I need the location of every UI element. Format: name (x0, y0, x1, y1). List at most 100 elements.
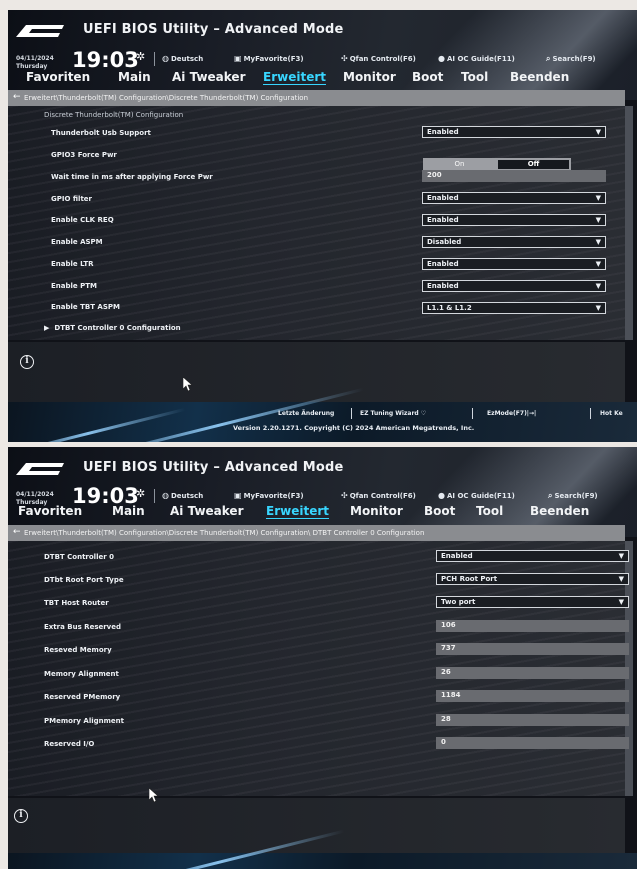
tab-erweitert[interactable]: Erweitert (266, 504, 329, 518)
wait-time-field[interactable]: 200 (422, 170, 606, 182)
dropdown-arrow-icon: ▼ (618, 552, 624, 560)
setting-label: GPIO filter (51, 195, 93, 203)
search-button[interactable]: ⌕ Search(F9) (546, 54, 596, 64)
setting-label: PMemory Alignment (44, 717, 124, 725)
qfan-button[interactable]: ✣ Qfan Control(F6) (341, 491, 416, 500)
section-title: Discrete Thunderbolt(TM) Configuration (44, 111, 184, 119)
tab-boot[interactable]: Boot (424, 504, 455, 518)
setting-label: DTBT Controller 0 (44, 553, 114, 561)
dropdown-arrow-icon: ▼ (618, 598, 624, 606)
globe-icon: ◍ (162, 54, 169, 63)
tab-main[interactable]: Main (118, 70, 151, 84)
pmemory-alignment-field[interactable]: 28 (436, 714, 629, 726)
clock-settings-icon[interactable]: ✲ (136, 487, 145, 500)
extra-bus-reserved-field[interactable]: 106 (436, 620, 629, 632)
help-panel: i (8, 798, 625, 853)
setting-label: Reseved Memory (44, 646, 112, 654)
tab-favoriten[interactable]: Favoriten (26, 70, 90, 84)
favorite-icon: ▣ (234, 54, 242, 63)
clk-req-select[interactable]: Enabled ▼ (422, 214, 606, 226)
tab-tool[interactable]: Tool (476, 504, 503, 518)
toggle-off[interactable]: Off (498, 160, 569, 169)
clock-settings-icon[interactable]: ✲ (136, 50, 145, 63)
tbt-aspm-select[interactable]: L1.1 & L1.2 ▼ (422, 302, 606, 314)
myfavorite-button[interactable]: ▣ MyFavorite(F3) (234, 491, 304, 500)
root-port-type-select[interactable]: PCH Root Port ▼ (436, 573, 629, 585)
setting-label: DTbt Root Port Type (44, 576, 124, 584)
bios-header: UEFI BIOS Utility – Advanced Mode 04/11/… (8, 447, 637, 547)
setting-label: Enable PTM (51, 282, 97, 290)
search-button[interactable]: ⌕ Search(F9) (548, 491, 598, 501)
bios-title: UEFI BIOS Utility – Advanced Mode (83, 460, 344, 475)
help-panel: i (8, 342, 625, 402)
tab-main[interactable]: Main (112, 504, 145, 518)
tab-monitor[interactable]: Monitor (350, 504, 403, 518)
bios-screen-2: UEFI BIOS Utility – Advanced Mode 04/11/… (8, 447, 637, 869)
hotkeys-button[interactable]: Hot Ke (600, 410, 623, 417)
mouse-cursor-icon (183, 377, 193, 391)
date-display: 04/11/2024 Thursday (16, 55, 54, 70)
expand-triangle-icon: ▶ (44, 324, 50, 332)
ai-icon: ● (438, 54, 445, 63)
ai-icon: ● (438, 491, 445, 500)
ai-oc-guide-button[interactable]: ● AI OC Guide(F11) (438, 54, 515, 63)
dropdown-arrow-icon: ▼ (618, 575, 624, 583)
setting-label: Enable CLK REQ (51, 216, 114, 224)
setting-label: Enable LTR (51, 260, 94, 268)
bulb-icon: ♡ (420, 410, 427, 417)
breadcrumb[interactable]: ← Erweitert\Thunderbolt(TM) Configuratio… (8, 525, 625, 541)
tab-favoriten[interactable]: Favoriten (18, 504, 82, 518)
language-button[interactable]: ◍ Deutsch (162, 491, 203, 500)
dropdown-arrow-icon: ▼ (595, 238, 601, 246)
setting-label: Extra Bus Reserved (44, 623, 122, 631)
tab-monitor[interactable]: Monitor (343, 70, 396, 84)
tab-erweitert[interactable]: Erweitert (263, 70, 326, 84)
dropdown-arrow-icon: ▼ (595, 194, 601, 202)
mouse-cursor-icon (149, 788, 159, 802)
tab-ai-tweaker[interactable]: Ai Tweaker (172, 70, 245, 84)
tab-tool[interactable]: Tool (461, 70, 488, 84)
setting-label: Memory Alignment (44, 670, 119, 678)
myfavorite-button[interactable]: ▣ MyFavorite(F3) (234, 54, 304, 63)
ez-tuning-wizard-button[interactable]: EZ Tuning Wizard ♡ (360, 410, 426, 417)
dtbt-controller-0-select[interactable]: Enabled ▼ (436, 550, 629, 562)
back-arrow-icon[interactable]: ← (13, 527, 21, 537)
ezmode-button[interactable]: EzMode(F7)|→| (487, 410, 536, 417)
dropdown-arrow-icon: ▼ (595, 304, 601, 312)
tbt-host-router-select[interactable]: Two port ▼ (436, 596, 629, 608)
ai-oc-guide-button[interactable]: ● AI OC Guide(F11) (438, 491, 515, 500)
scrollbar[interactable] (625, 106, 633, 340)
dropdown-arrow-icon: ▼ (595, 216, 601, 224)
fan-icon: ✣ (341, 491, 348, 500)
tab-ai-tweaker[interactable]: Ai Tweaker (170, 504, 243, 518)
back-arrow-icon[interactable]: ← (13, 92, 21, 102)
favorite-icon: ▣ (234, 491, 242, 500)
ltr-select[interactable]: Enabled ▼ (422, 258, 606, 270)
breadcrumb[interactable]: ← Erweitert\Thunderbolt(TM) Configuratio… (8, 90, 625, 106)
dropdown-arrow-icon: ▼ (595, 260, 601, 268)
reserved-pmemory-field[interactable]: 1184 (436, 690, 629, 702)
search-icon: ⌕ (548, 491, 553, 500)
language-button[interactable]: ◍ Deutsch (162, 54, 203, 63)
tab-beenden[interactable]: Beenden (530, 504, 589, 518)
setting-label: GPIO3 Force Pwr (51, 151, 117, 159)
submenu-dtbt-controller-0[interactable]: ▶ DTBT Controller 0 Configuration (44, 324, 181, 332)
qfan-button[interactable]: ✣ Qfan Control(F6) (341, 54, 416, 63)
reserved-memory-field[interactable]: 737 (436, 643, 629, 655)
setting-label: Thunderbolt Usb Support (51, 129, 151, 137)
gpio-filter-select[interactable]: Enabled ▼ (422, 192, 606, 204)
last-change-button[interactable]: Letzte Änderung (278, 410, 334, 417)
setting-label: Wait time in ms after applying Force Pwr (51, 173, 213, 181)
tab-boot[interactable]: Boot (412, 70, 443, 84)
asus-logo (16, 463, 64, 475)
reserved-io-field[interactable]: 0 (436, 737, 629, 749)
aspm-select[interactable]: Disabled ▼ (422, 236, 606, 248)
thunderbolt-usb-support-select[interactable]: Enabled ▼ (422, 126, 606, 138)
tab-beenden[interactable]: Beenden (510, 70, 569, 84)
ptm-select[interactable]: Enabled ▼ (422, 280, 606, 292)
memory-alignment-field[interactable]: 26 (436, 667, 629, 679)
globe-icon: ◍ (162, 491, 169, 500)
search-icon: ⌕ (546, 54, 551, 63)
version-text: Version 2.20.1271. Copyright (C) 2024 Am… (233, 424, 475, 432)
main-tabs: Favoriten Main Ai Tweaker Erweitert Moni… (8, 504, 637, 526)
